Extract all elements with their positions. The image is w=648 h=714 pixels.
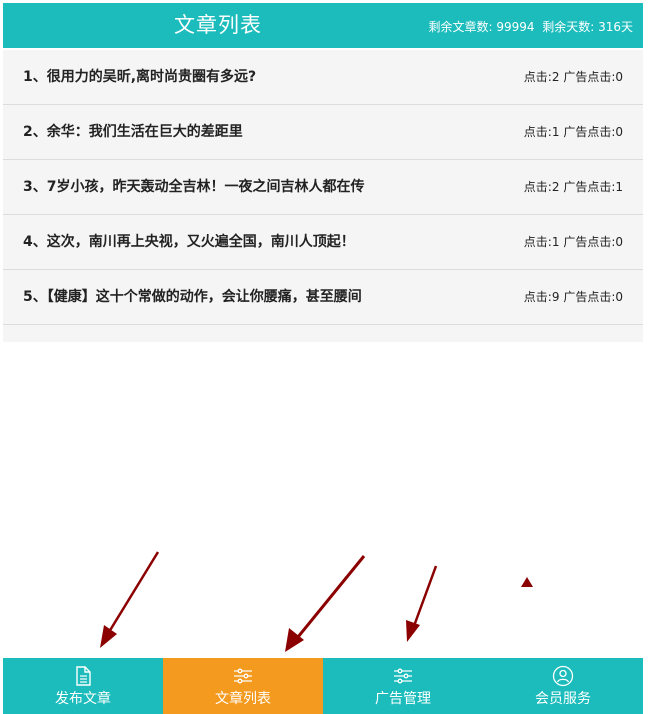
remaining-days-label: 剩余天数: [542, 20, 595, 34]
article-row[interactable]: 2、余华：我们生活在巨大的差距里 点击:1 广告点击:0 [3, 105, 643, 160]
article-list: 1、很用力的吴昕,离时尚贵圈有多远? 点击:2 广告点击:0 2、余华：我们生活… [3, 50, 643, 342]
user-icon [552, 665, 574, 687]
tab-member-service[interactable]: 会员服务 [483, 658, 643, 714]
article-stats: 点击:9 广告点击:0 [524, 270, 623, 324]
article-stats: 点击:1 广告点击:0 [524, 215, 623, 269]
article-row[interactable]: 4、这次，南川再上央视，又火遍全国，南川人顶起！ 点击:1 广告点击:0 [3, 215, 643, 270]
page-title: 文章列表 [174, 13, 262, 37]
remaining-days-value: 316天 [598, 20, 633, 34]
article-title[interactable]: 3、7岁小孩，昨天轰动全吉林！一夜之间吉林人都在传 [23, 160, 364, 214]
annotation-arrow-head [406, 620, 420, 642]
tab-label: 文章列表 [215, 691, 271, 707]
ad-click-count: 广告点击:1 [563, 180, 623, 194]
annotation-arrow-shaft [412, 565, 438, 627]
ad-click-count: 广告点击:0 [563, 235, 623, 249]
annotation-arrow-head [100, 625, 117, 648]
bottom-tab-bar: 发布文章 文章列表 广告管理 会员服务 [3, 658, 643, 714]
list-icon [394, 668, 412, 684]
annotation-arrow-shaft [107, 551, 160, 633]
document-icon [76, 666, 91, 686]
click-count: 点击:2 [523, 70, 560, 84]
annotation-arrow-head [521, 577, 533, 587]
click-count: 点击:9 [523, 290, 560, 304]
article-row[interactable]: 5、【健康】这十个常做的动作，会让你腰痛，甚至腰间 点击:9 广告点击:0 [3, 270, 643, 325]
tab-label: 发布文章 [55, 691, 111, 707]
article-row[interactable]: 1、很用力的吴昕,离时尚贵圈有多远? 点击:2 广告点击:0 [3, 50, 643, 105]
click-count: 点击:1 [523, 235, 560, 249]
ad-click-count: 广告点击:0 [563, 290, 623, 304]
article-title[interactable]: 1、很用力的吴昕,离时尚贵圈有多远? [23, 50, 256, 104]
article-title[interactable]: 4、这次，南川再上央视，又火遍全国，南川人顶起！ [23, 215, 355, 269]
article-stats: 点击:2 广告点击:0 [524, 50, 623, 104]
remaining-articles-label: 剩余文章数: [428, 20, 493, 34]
article-title[interactable]: 5、【健康】这十个常做的动作，会让你腰痛，甚至腰间 [23, 270, 362, 324]
header-bar: 文章列表 剩余文章数: 99994 剩余天数: 316天 [3, 3, 643, 48]
tab-article-list[interactable]: 文章列表 [163, 658, 323, 714]
ad-click-count: 广告点击:0 [563, 70, 623, 84]
article-row[interactable]: 3、7岁小孩，昨天轰动全吉林！一夜之间吉林人都在传 点击:2 广告点击:1 [3, 160, 643, 215]
tab-ad-management[interactable]: 广告管理 [323, 658, 483, 714]
click-count: 点击:1 [523, 125, 560, 139]
tab-publish-article[interactable]: 发布文章 [3, 658, 163, 714]
remaining-articles-value: 99994 [496, 20, 535, 34]
ad-click-count: 广告点击:0 [563, 125, 623, 139]
click-count: 点击:2 [523, 180, 560, 194]
article-stats: 点击:2 广告点击:1 [524, 160, 623, 214]
annotation-arrow-shaft [296, 555, 366, 638]
tab-label: 会员服务 [535, 691, 591, 707]
article-stats: 点击:1 广告点击:0 [524, 105, 623, 159]
list-icon [234, 668, 252, 684]
header-stats: 剩余文章数: 99994 剩余天数: 316天 [429, 3, 633, 48]
annotation-arrow-head [285, 628, 304, 652]
article-title[interactable]: 2、余华：我们生活在巨大的差距里 [23, 105, 243, 159]
tab-label: 广告管理 [375, 691, 431, 707]
